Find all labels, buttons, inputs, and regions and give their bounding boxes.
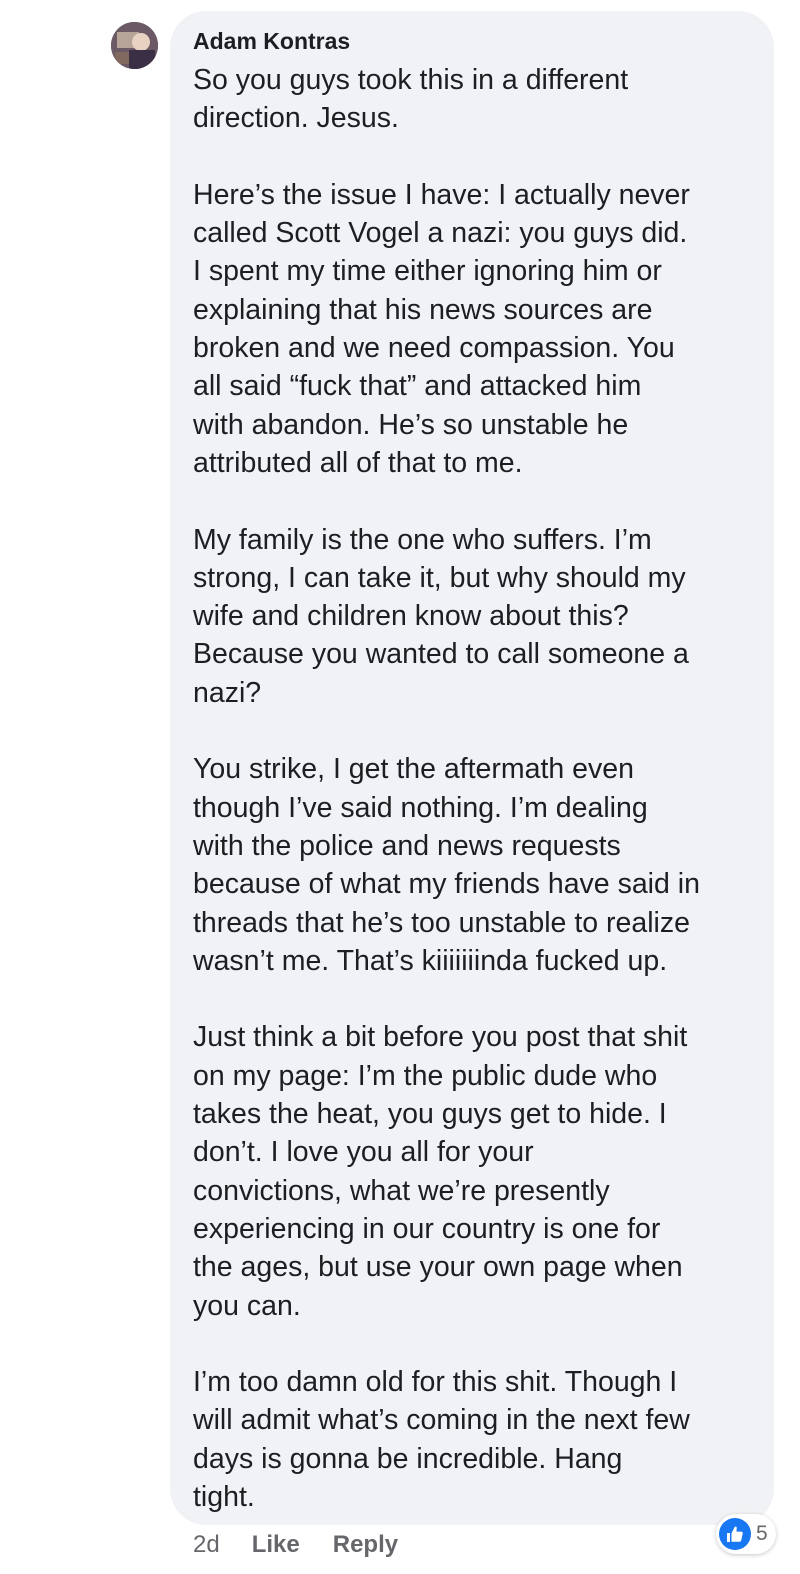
comment-bubble: Adam Kontras So you guys took this in a … [170, 11, 774, 1525]
comment-timestamp[interactable]: 2d [193, 1531, 220, 1559]
reply-button[interactable]: Reply [333, 1531, 398, 1559]
comment-author[interactable]: Adam Kontras [193, 27, 754, 55]
reactions-summary[interactable]: 5 [716, 1514, 776, 1554]
thumbs-up-icon [719, 1518, 751, 1550]
avatar[interactable] [111, 22, 158, 69]
reaction-count: 5 [756, 1522, 768, 1545]
like-button[interactable]: Like [252, 1531, 300, 1559]
comment-actions: 2d Like Reply [193, 1527, 431, 1563]
comment-text: So you guys took this in a different dir… [193, 64, 700, 1513]
